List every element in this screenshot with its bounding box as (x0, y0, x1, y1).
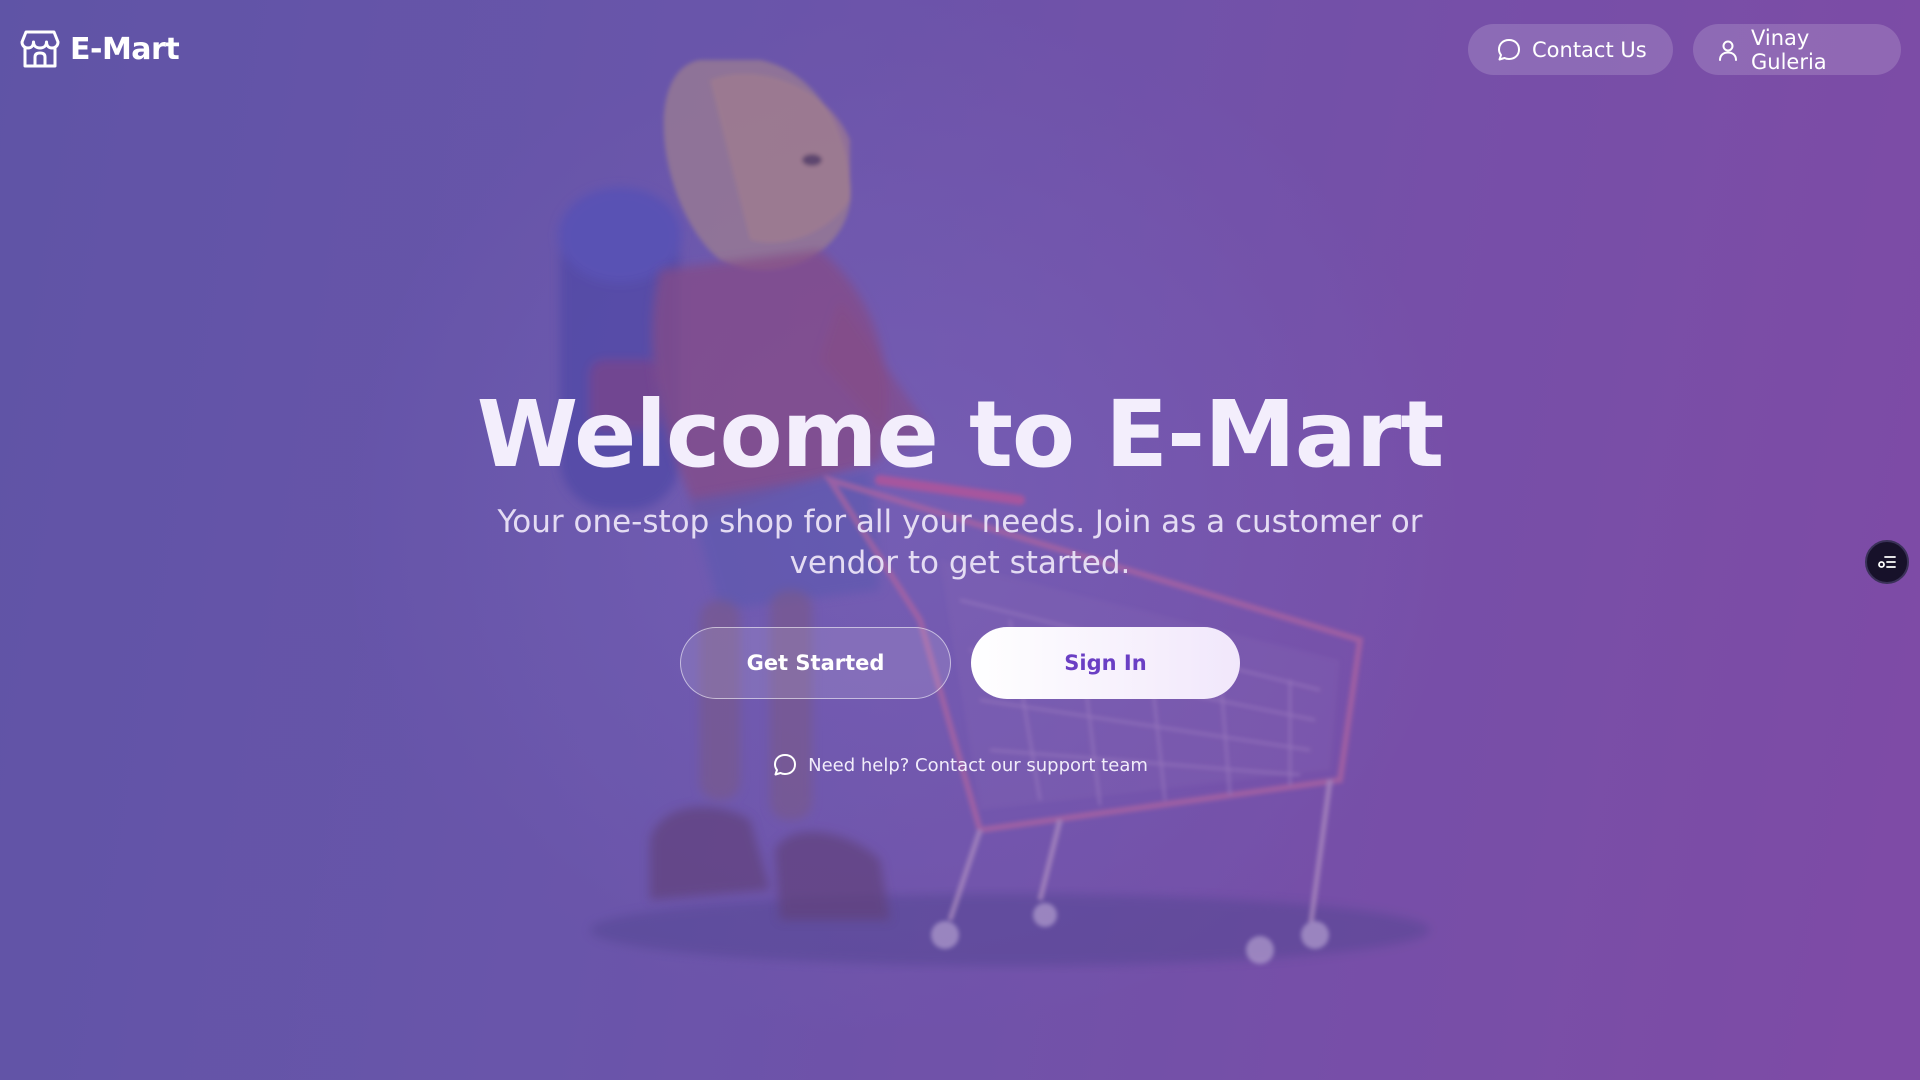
store-icon (20, 30, 60, 68)
brand-name: E-Mart (70, 31, 180, 67)
assistant-widget-button[interactable] (1865, 540, 1909, 584)
chat-bubble-icon (1498, 38, 1520, 60)
contact-us-label: Contact Us (1532, 37, 1647, 62)
sign-in-button[interactable]: Sign In (971, 627, 1240, 699)
brand-logo-link[interactable]: E-Mart (20, 28, 180, 70)
support-help-text: Need help? Contact our support team (808, 754, 1148, 776)
user-profile-button[interactable]: Vinay Guleria (1693, 24, 1901, 75)
chat-bubble-icon (774, 754, 797, 776)
hero-title: Welcome to E-Mart (476, 381, 1444, 488)
support-help-link[interactable]: Need help? Contact our support team (0, 752, 1920, 778)
hero-subtitle: Your one-stop shop for all your needs. J… (497, 504, 1423, 581)
top-navbar: E-Mart Contact Us Vinay Guleria (0, 0, 1920, 100)
user-name-label: Vinay Guleria (1751, 25, 1827, 74)
contact-us-button[interactable]: Contact Us (1468, 24, 1673, 75)
assistant-widget-icon (1878, 556, 1896, 568)
get-started-button[interactable]: Get Started (680, 627, 951, 699)
user-icon (1719, 40, 1737, 61)
